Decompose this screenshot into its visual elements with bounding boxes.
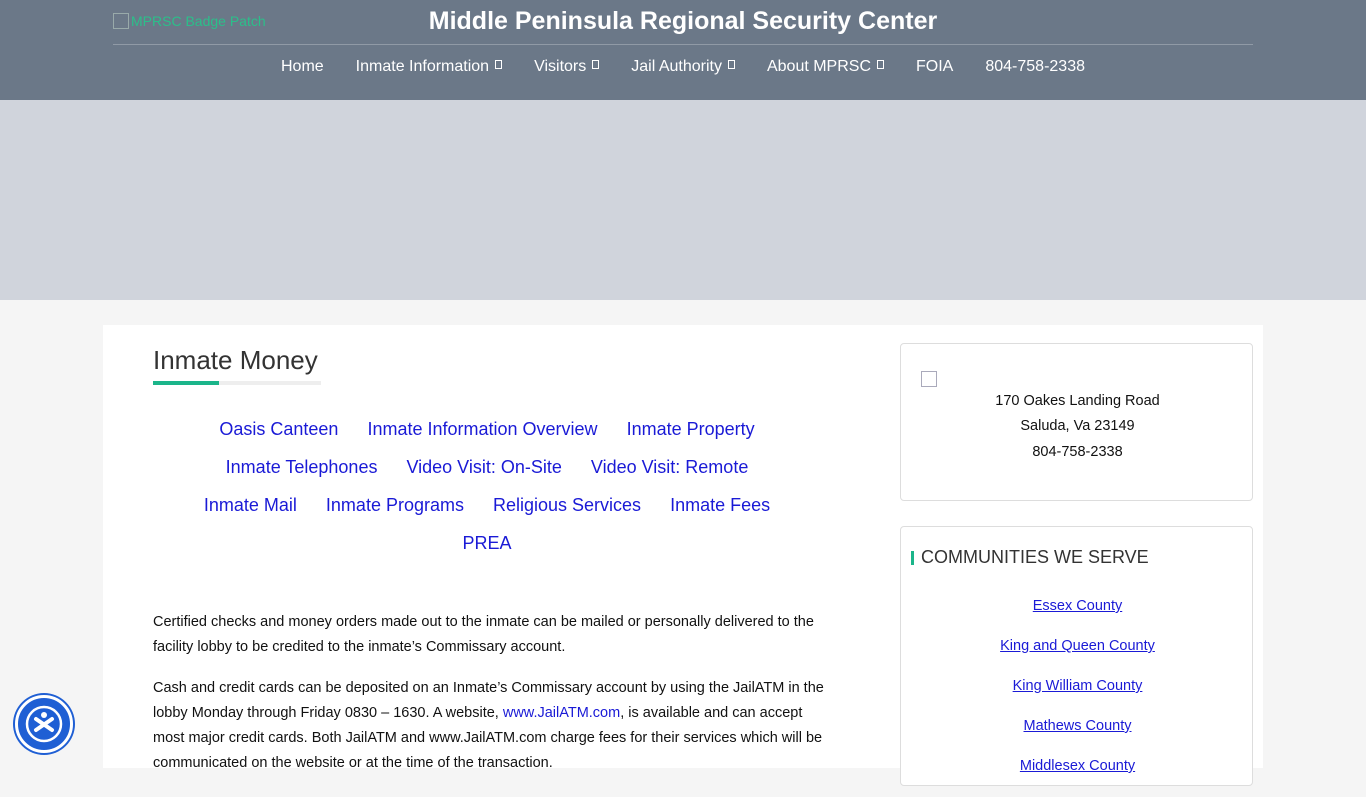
nav-visitors-label: Visitors xyxy=(534,58,587,75)
nav-foia[interactable]: FOIA xyxy=(900,55,969,79)
communities-heading: COMMUNITIES WE SERVE xyxy=(911,547,1149,568)
nav-visitors[interactable]: Visitors xyxy=(518,55,615,79)
nav-jail-authority-label: Jail Authority xyxy=(631,58,722,75)
address-card: 170 Oakes Landing Road Saluda, Va 23149 … xyxy=(900,343,1253,501)
community-link-mathews[interactable]: Mathews County xyxy=(901,717,1254,735)
nav-foia-label: FOIA xyxy=(916,58,954,75)
hero-banner xyxy=(0,100,1366,300)
subnav-religious-services[interactable]: Religious Services xyxy=(493,495,641,515)
inmate-subnav: Oasis Canteen Inmate Information Overvie… xyxy=(153,410,821,562)
nav-about-label: About MPRSC xyxy=(766,58,872,75)
site-header: MPRSC Badge Patch Middle Peninsula Regio… xyxy=(0,0,1366,100)
subnav-inmate-telephones[interactable]: Inmate Telephones xyxy=(226,457,378,477)
accessibility-button[interactable] xyxy=(15,695,73,753)
address-street: 170 Oakes Landing Road xyxy=(995,393,1160,409)
heading-accent-bar xyxy=(911,550,914,565)
community-link-king-and-queen[interactable]: King and Queen County xyxy=(901,637,1254,655)
subnav-video-visit-remote[interactable]: Video Visit: Remote xyxy=(591,457,748,477)
subnav-inmate-information-overview[interactable]: Inmate Information Overview xyxy=(367,419,597,439)
subnav-video-visit-onsite[interactable]: Video Visit: On-Site xyxy=(406,457,561,477)
nav-inmate-information-label: Inmate Information xyxy=(355,58,490,75)
accessibility-icon xyxy=(25,705,63,743)
nav-about[interactable]: About MPRSC xyxy=(751,55,900,79)
nav-home[interactable]: Home xyxy=(265,55,340,79)
address-city: Saluda, Va 23149 xyxy=(1020,418,1135,434)
subnav-inmate-fees[interactable]: Inmate Fees xyxy=(670,495,770,515)
paragraph-jailatm: Cash and credit cards can be deposited o… xyxy=(153,676,833,776)
community-link-middlesex[interactable]: Middlesex County xyxy=(901,757,1254,775)
broken-image-icon xyxy=(921,371,937,387)
subnav-inmate-property[interactable]: Inmate Property xyxy=(627,419,755,439)
address-phone: 804-758-2338 xyxy=(1032,444,1123,460)
nav-inmate-information[interactable]: Inmate Information xyxy=(340,55,518,79)
title-underline-accent xyxy=(153,381,219,385)
paragraph-checks: Certified checks and money orders made o… xyxy=(153,614,814,655)
communities-list: Essex County King and Queen County King … xyxy=(901,597,1254,797)
community-link-essex[interactable]: Essex County xyxy=(901,597,1254,615)
dropdown-icon xyxy=(495,59,503,69)
communities-heading-label: COMMUNITIES WE SERVE xyxy=(921,547,1149,567)
subnav-prea[interactable]: PREA xyxy=(462,533,511,553)
community-link-king-william[interactable]: King William County xyxy=(901,677,1254,695)
subnav-inmate-mail[interactable]: Inmate Mail xyxy=(204,495,297,515)
dropdown-icon xyxy=(727,59,735,69)
subnav-inmate-programs[interactable]: Inmate Programs xyxy=(326,495,464,515)
main-nav: Home Inmate Information Visitors Jail Au… xyxy=(0,55,1366,79)
jailatm-link[interactable]: www.JailATM.com xyxy=(503,705,620,721)
subnav-oasis-canteen[interactable]: Oasis Canteen xyxy=(219,419,338,439)
nav-phone-label: 804-758-2338 xyxy=(985,58,1085,75)
page-title: Inmate Money xyxy=(153,345,318,375)
article-body: Certified checks and money orders made o… xyxy=(153,610,833,792)
nav-phone[interactable]: 804-758-2338 xyxy=(969,55,1101,79)
nav-home-label: Home xyxy=(280,58,324,75)
communities-card: COMMUNITIES WE SERVE Essex County King a… xyxy=(900,526,1253,786)
dropdown-icon xyxy=(877,59,885,69)
nav-jail-authority[interactable]: Jail Authority xyxy=(615,55,751,79)
title-underline xyxy=(153,381,321,385)
header-divider xyxy=(113,44,1253,45)
dropdown-icon xyxy=(592,59,600,69)
site-title[interactable]: Middle Peninsula Regional Security Cente… xyxy=(0,4,1366,38)
